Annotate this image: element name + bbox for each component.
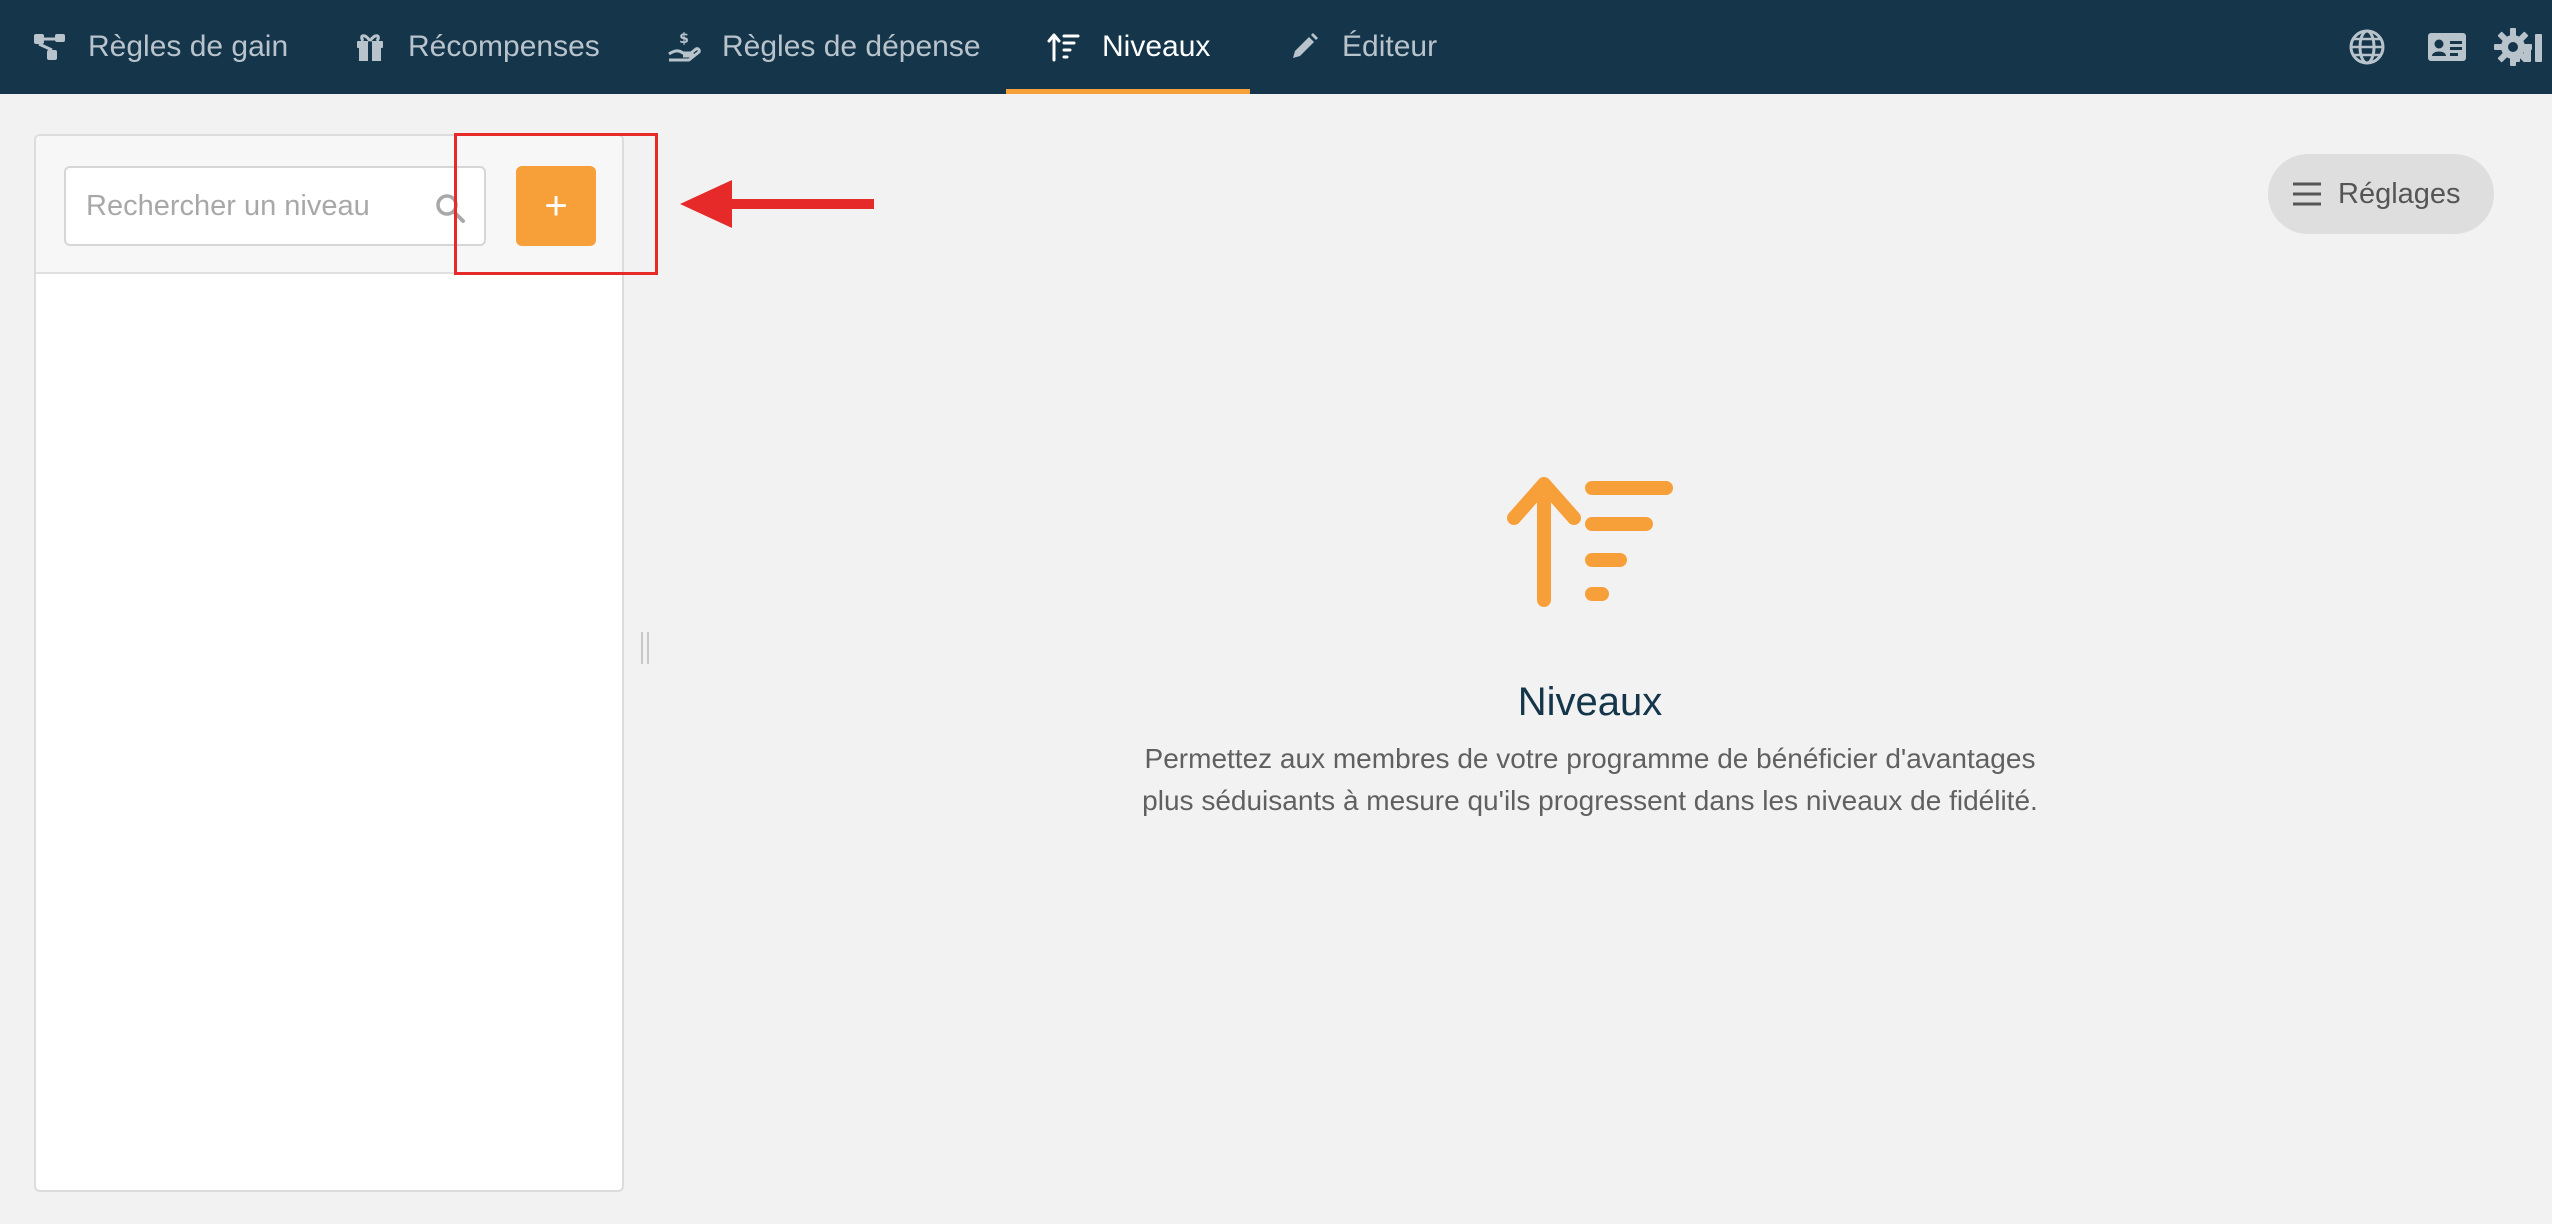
settings-label: Réglages <box>2338 177 2461 210</box>
tab-label: Règles de gain <box>88 30 289 63</box>
menu-icon <box>2293 182 2321 206</box>
empty-state-title: Niveaux <box>1517 680 1663 724</box>
tiers-empty-state-icon <box>1507 477 1673 607</box>
empty-state-description: Permettez aux membres de votre programme… <box>1142 743 2038 816</box>
tab-label: Éditeur <box>1342 30 1438 63</box>
annotation-arrow-icon <box>680 180 874 228</box>
tab-earn-rules[interactable]: Règles de gain <box>32 0 288 94</box>
earn-rules-icon <box>32 29 68 65</box>
tiers-list-panel: + <box>34 134 624 1192</box>
pencil-icon <box>1286 29 1322 65</box>
tab-rewards[interactable]: Récompenses <box>352 0 600 94</box>
tab-label: Règles de dépense <box>722 30 981 63</box>
tab-label: Niveaux <box>1102 30 1211 63</box>
gear-icon[interactable] <box>2490 24 2536 70</box>
panel-resize-handle[interactable] <box>638 630 652 666</box>
tab-spending-rules[interactable]: $ Règles de dépense <box>666 0 981 94</box>
globe-icon[interactable] <box>2344 24 2390 70</box>
top-navigation: Règles de gain Récompenses $ Règles de d… <box>0 0 2552 94</box>
svg-text:$: $ <box>679 31 689 47</box>
id-card-icon[interactable] <box>2424 24 2470 70</box>
hand-coin-icon: $ <box>666 29 702 65</box>
tab-label: Récompenses <box>408 30 600 63</box>
tab-tiers[interactable]: Niveaux <box>1005 0 1251 94</box>
tab-editor[interactable]: Éditeur <box>1286 0 1437 94</box>
tiers-icon <box>1046 29 1082 65</box>
annotation-highlight-box <box>454 133 658 275</box>
search-input[interactable] <box>66 168 484 244</box>
settings-button[interactable]: Réglages <box>2268 154 2494 234</box>
search-box <box>64 166 486 246</box>
gift-icon <box>352 29 388 65</box>
